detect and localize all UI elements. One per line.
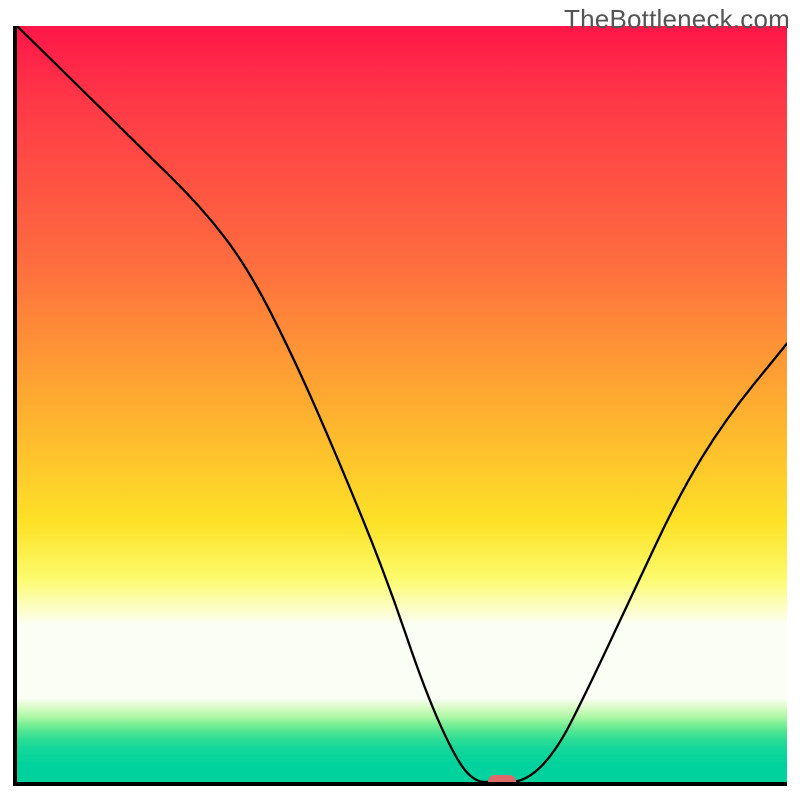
bottleneck-curve-path bbox=[17, 26, 787, 782]
bottleneck-curve-svg bbox=[17, 26, 787, 782]
optimal-marker bbox=[488, 775, 516, 786]
chart-frame: TheBottleneck.com bbox=[0, 0, 800, 800]
watermark-text: TheBottleneck.com bbox=[564, 4, 790, 35]
plot-area bbox=[13, 26, 787, 786]
